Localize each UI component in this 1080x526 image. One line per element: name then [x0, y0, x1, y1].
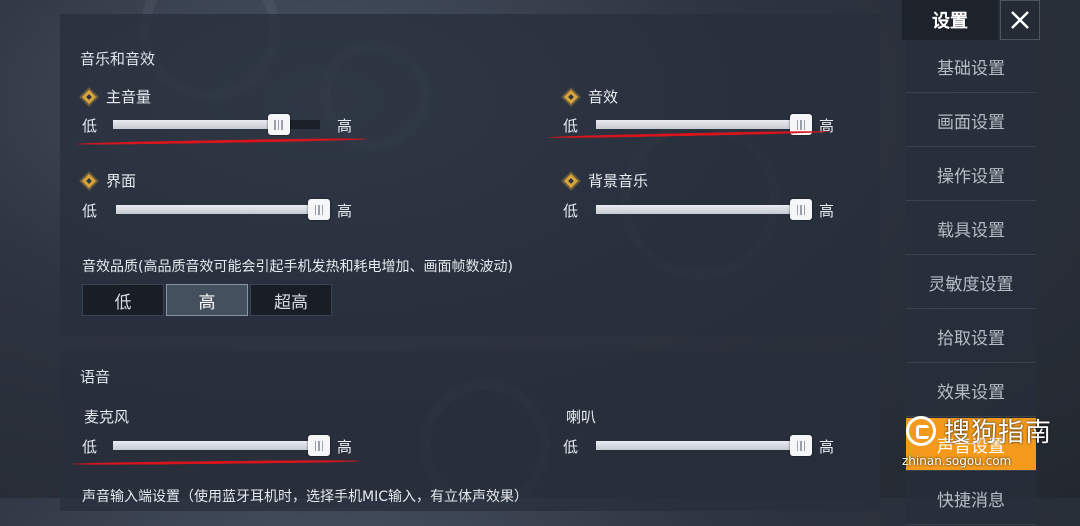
main-volume-slider[interactable] — [113, 114, 320, 135]
menu-item-effects[interactable]: 效果设置 — [906, 364, 1036, 417]
ui-sound-text: 界面 — [106, 172, 137, 190]
ui-sound-high-label: 高 — [337, 202, 353, 220]
slider-thumb[interactable] — [790, 435, 812, 456]
speaker-high-label: 高 — [819, 438, 835, 456]
slider-thumb[interactable] — [308, 199, 330, 220]
close-icon — [1011, 11, 1029, 29]
main-volume-high-label: 高 — [337, 117, 353, 135]
menu-item-sensitivity[interactable]: 灵敏度设置 — [906, 256, 1036, 309]
main-volume-text: 主音量 — [106, 88, 152, 106]
sound-quality-selector: 低 高 超高 — [82, 284, 334, 316]
mic-low-label: 低 — [82, 438, 98, 456]
watermark: 搜狗指南 zhinan.sogou.com — [902, 412, 1052, 470]
slider-fill — [596, 120, 801, 129]
close-button[interactable] — [1000, 0, 1040, 40]
mic-text: 麦克风 — [84, 408, 130, 426]
watermark-main-text: 搜狗指南 — [944, 418, 1053, 448]
mic-slider[interactable] — [113, 435, 330, 456]
diamond-icon — [563, 173, 579, 188]
sfx-slider[interactable] — [596, 114, 812, 135]
slider-fill — [596, 441, 801, 450]
sfx-low-label: 低 — [563, 117, 579, 135]
menu-item-graphics[interactable]: 画面设置 — [906, 94, 1036, 147]
quality-option-ultra[interactable]: 超高 — [250, 284, 332, 316]
bgm-slider[interactable] — [596, 199, 812, 220]
ui-sound-low-label: 低 — [82, 202, 98, 220]
slider-fill — [113, 120, 279, 129]
settings-title: 设置 — [902, 0, 998, 40]
diamond-icon — [81, 173, 97, 188]
watermark-url: zhinan.sogou.com — [902, 454, 1012, 468]
speaker-low-label: 低 — [563, 438, 579, 456]
section-title-voice: 语音 — [80, 368, 111, 386]
bgm-low-label: 低 — [563, 202, 579, 220]
slider-fill — [113, 441, 319, 450]
voice-input-setting-label: 声音输入端设置（使用蓝牙耳机时，选择手机MIC输入，有立体声效果） — [82, 489, 528, 505]
section-title-audio: 音乐和音效 — [80, 50, 156, 68]
sogou-logo-icon — [906, 416, 936, 446]
ui-sound-slider[interactable] — [116, 199, 330, 220]
sfx-label: 音效 — [563, 86, 619, 107]
sound-quality-description: 音效品质(高品质音效可能会引起手机发热和耗电增加、画面帧数波动) — [82, 259, 513, 275]
slider-fill — [116, 205, 319, 214]
speaker-text: 喇叭 — [566, 408, 597, 426]
speaker-label: 喇叭 — [566, 406, 596, 427]
main-volume-label: 主音量 — [81, 86, 152, 107]
quality-option-low[interactable]: 低 — [82, 284, 164, 316]
speaker-slider[interactable] — [596, 435, 812, 456]
main-volume-low-label: 低 — [82, 117, 98, 135]
slider-fill — [596, 205, 801, 214]
slider-thumb[interactable] — [308, 435, 330, 456]
mic-label: 麦克风 — [84, 406, 129, 427]
slider-thumb[interactable] — [267, 114, 290, 135]
menu-item-quick-message[interactable]: 快捷消息 — [906, 472, 1036, 525]
bgm-text: 背景音乐 — [588, 172, 649, 190]
menu-item-basic[interactable]: 基础设置 — [906, 40, 1036, 93]
sfx-high-label: 高 — [819, 117, 835, 135]
sfx-text: 音效 — [588, 88, 619, 106]
ui-sound-label: 界面 — [81, 170, 137, 191]
quality-option-high[interactable]: 高 — [166, 284, 248, 316]
diamond-icon — [563, 89, 579, 104]
menu-item-vehicle[interactable]: 载具设置 — [906, 202, 1036, 255]
mic-high-label: 高 — [337, 438, 353, 456]
menu-item-pickup[interactable]: 拾取设置 — [906, 310, 1036, 363]
menu-item-controls[interactable]: 操作设置 — [906, 148, 1036, 201]
bgm-high-label: 高 — [819, 202, 835, 220]
slider-thumb[interactable] — [790, 199, 812, 220]
bgm-label: 背景音乐 — [563, 170, 649, 191]
diamond-icon — [81, 89, 97, 104]
